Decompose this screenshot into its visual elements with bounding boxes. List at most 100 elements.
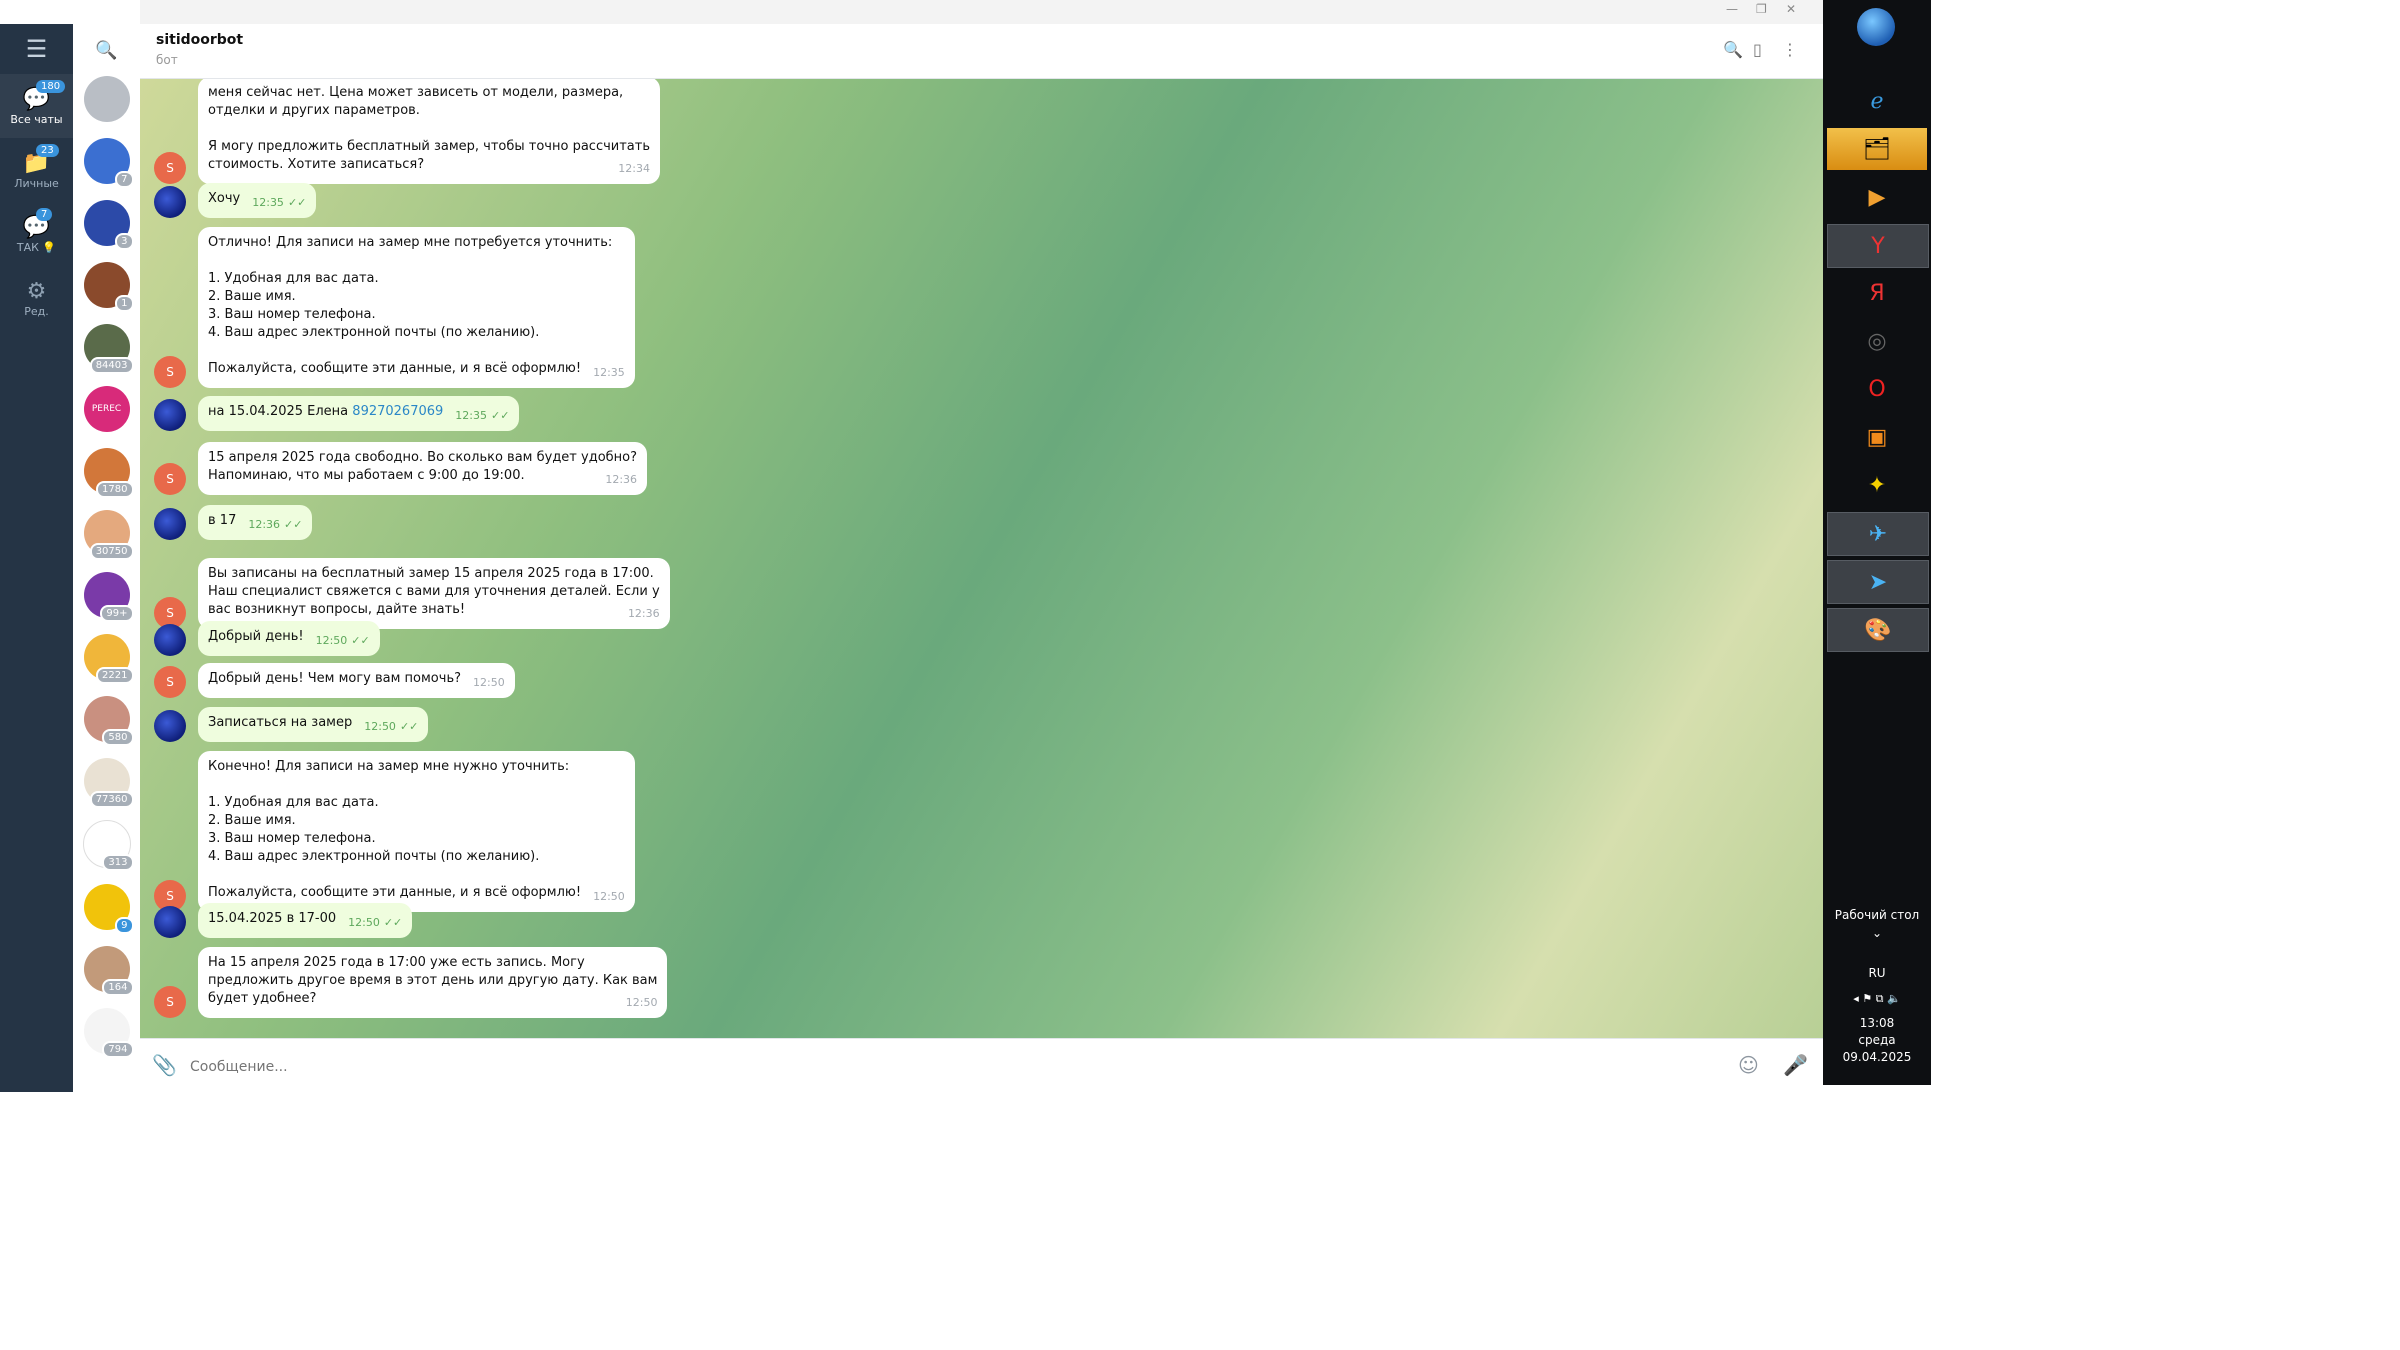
folder-all-chats[interactable]: 💬 180 Все чаты (0, 74, 73, 138)
telegram-icon[interactable]: ➤ (1827, 560, 1929, 604)
restore-icon[interactable]: ❐ (1756, 2, 1767, 16)
yandex-disk-icon[interactable]: ✦ (1827, 464, 1927, 506)
incoming-message[interactable]: На 15 апреля 2025 года в 17:00 уже есть … (198, 947, 668, 1018)
incoming-message[interactable]: Конечно! Для записи на замер мне нужно у… (198, 751, 635, 912)
message-text: Вы записаны на бесплатный замер 15 апрел… (208, 566, 660, 617)
unread-count: 30750 (89, 543, 134, 560)
bot-avatar[interactable]: S (154, 356, 186, 388)
read-checkmarks-icon: ✓✓ (287, 196, 307, 209)
bot-avatar[interactable]: S (154, 152, 186, 184)
incoming-message[interactable]: Добрый день! Чем могу вам помочь? 12:50 (198, 663, 515, 698)
sidebar-toggle-icon[interactable]: ▯ (1753, 40, 1762, 59)
chat-avatar[interactable]: 1 (83, 262, 134, 312)
incoming-message[interactable]: 15 апреля 2025 года свободно. Во сколько… (198, 442, 648, 495)
bot-avatar[interactable]: S (154, 986, 186, 1018)
search-icon[interactable]: 🔍 (73, 24, 140, 76)
message-text: 15.04.2025 в 17-00 (208, 911, 337, 926)
read-checkmarks-icon: ✓✓ (399, 720, 419, 733)
hamburger-menu-icon[interactable]: ☰ (0, 24, 73, 74)
chat-avatar[interactable]: 1780 (83, 448, 134, 498)
folder-label: Личные (14, 176, 59, 190)
message-row: S Отлично! Для записи на замер мне потреб… (154, 227, 635, 388)
incoming-message[interactable]: меня сейчас нет. Цена может зависеть от … (198, 79, 660, 184)
phone-link[interactable]: 89270267069 (352, 404, 443, 419)
chat-avatar[interactable]: 3 (83, 200, 134, 250)
language-indicator[interactable]: RU (1823, 966, 1931, 980)
unread-count: 77360 (89, 791, 134, 808)
read-checkmarks-icon: ✓✓ (284, 518, 303, 531)
folder-tak[interactable]: 💬 7 ТАК 💡 (0, 202, 73, 266)
chat-avatar[interactable]: PEREC (83, 386, 130, 432)
chat-avatar[interactable]: 9 (83, 884, 134, 934)
bot-avatar[interactable]: S (154, 666, 186, 698)
incoming-message[interactable]: Отлично! Для записи на замер мне потребу… (198, 227, 635, 388)
clock-time[interactable]: 13:08 (1823, 1016, 1931, 1030)
message-time: 12:50 ✓✓ (348, 914, 402, 932)
media-player-icon[interactable]: ▶ (1827, 176, 1927, 218)
read-checkmarks-icon: ✓✓ (490, 409, 510, 422)
chat-avatar[interactable]: 7 (83, 138, 134, 188)
yandex-icon[interactable]: Я (1827, 272, 1927, 314)
chat-avatar[interactable]: 30750 (83, 510, 134, 560)
file-explorer-icon[interactable]: 🗂 (1827, 128, 1927, 170)
message-area[interactable]: Sменя сейчас нет. Цена может зависеть от… (140, 79, 1833, 1038)
chat-title[interactable]: sitidoorbot (156, 32, 243, 48)
chat-avatar[interactable]: 580 (83, 696, 134, 746)
message-row: Sменя сейчас нет. Цена может зависеть от… (154, 79, 660, 184)
message-time-text: 12:36 (248, 518, 281, 531)
chat-avatar[interactable]: 77360 (83, 758, 134, 808)
user-avatar[interactable] (154, 710, 186, 742)
outgoing-message[interactable]: в 17 12:36 ✓✓ (198, 505, 313, 540)
chat-avatar-archive[interactable] (83, 76, 130, 122)
yandex-browser-icon[interactable]: Y (1827, 224, 1929, 268)
outgoing-message[interactable]: Добрый день! 12:50 ✓✓ (198, 621, 380, 656)
message-input[interactable] (188, 1055, 1692, 1079)
minimize-icon[interactable]: — (1726, 2, 1738, 16)
message-row: S Конечно! Для записи на замер мне нужно … (154, 751, 635, 912)
start-button-icon[interactable] (1857, 8, 1895, 46)
folder-badge: 23 (36, 144, 59, 157)
emoji-icon[interactable]: ☺ (1738, 1053, 1759, 1077)
folder-badge: 180 (36, 80, 66, 93)
opera-icon[interactable]: O (1827, 368, 1927, 410)
close-icon[interactable]: ✕ (1786, 2, 1796, 16)
incoming-message[interactable]: Вы записаны на бесплатный замер 15 апрел… (198, 558, 670, 629)
desktop-label[interactable]: Рабочий стол (1823, 908, 1931, 922)
unread-count: 580 (102, 729, 134, 746)
outgoing-message[interactable]: 15.04.2025 в 17-00 12:50 ✓✓ (198, 903, 413, 938)
user-avatar[interactable] (154, 624, 186, 656)
paint-icon[interactable]: 🎨 (1827, 608, 1929, 652)
more-options-icon[interactable]: ⋮ (1782, 40, 1798, 59)
user-avatar[interactable] (154, 906, 186, 938)
folder-personal[interactable]: 📁 23 Личные (0, 138, 73, 202)
message-time-text: 12:36 (627, 607, 660, 620)
unread-count: 794 (102, 1041, 134, 1058)
file-manager-icon[interactable]: ▣ (1827, 416, 1927, 458)
message-text: Хочу (208, 191, 241, 206)
message-time: 12:50 (626, 994, 658, 1012)
microphone-icon[interactable]: 🎤 (1783, 1053, 1808, 1077)
user-avatar[interactable] (154, 399, 186, 431)
chat-list: 🔍 7 3 1 84403 PEREC 1780 30750 99+ 2221 … (73, 24, 141, 1092)
chat-avatar[interactable]: 313 (82, 820, 134, 871)
chat-avatar[interactable]: 164 (83, 946, 134, 996)
search-icon[interactable]: 🔍 (1723, 40, 1743, 59)
folder-edit[interactable]: ⚙ Ред. (0, 266, 73, 330)
attach-icon[interactable]: 📎 (152, 1053, 177, 1077)
message-time: 12:36 (605, 471, 637, 489)
airplane-icon[interactable]: ✈ (1827, 512, 1929, 556)
chat-avatar[interactable]: 84403 (83, 324, 134, 374)
chevron-down-icon[interactable]: ⌄ (1823, 926, 1931, 940)
outgoing-message[interactable]: Записаться на замер 12:50 ✓✓ (198, 707, 429, 742)
tray-icons[interactable]: ◂ ⚑ ⧉ 🔈 (1823, 992, 1931, 1006)
bot-avatar[interactable]: S (154, 463, 186, 495)
internet-explorer-icon[interactable]: ℯ (1827, 80, 1927, 122)
user-avatar[interactable] (154, 508, 186, 540)
chat-avatar[interactable]: 794 (83, 1008, 134, 1058)
chat-avatar[interactable]: 99+ (83, 572, 134, 622)
outgoing-message[interactable]: Хочу 12:35 ✓✓ (198, 183, 317, 218)
chat-avatar[interactable]: 2221 (83, 634, 134, 684)
outgoing-message[interactable]: на 15.04.2025 Елена 89270267069 12:35 ✓✓ (198, 396, 520, 431)
globe-icon[interactable]: ◎ (1827, 320, 1927, 362)
user-avatar[interactable] (154, 186, 186, 218)
